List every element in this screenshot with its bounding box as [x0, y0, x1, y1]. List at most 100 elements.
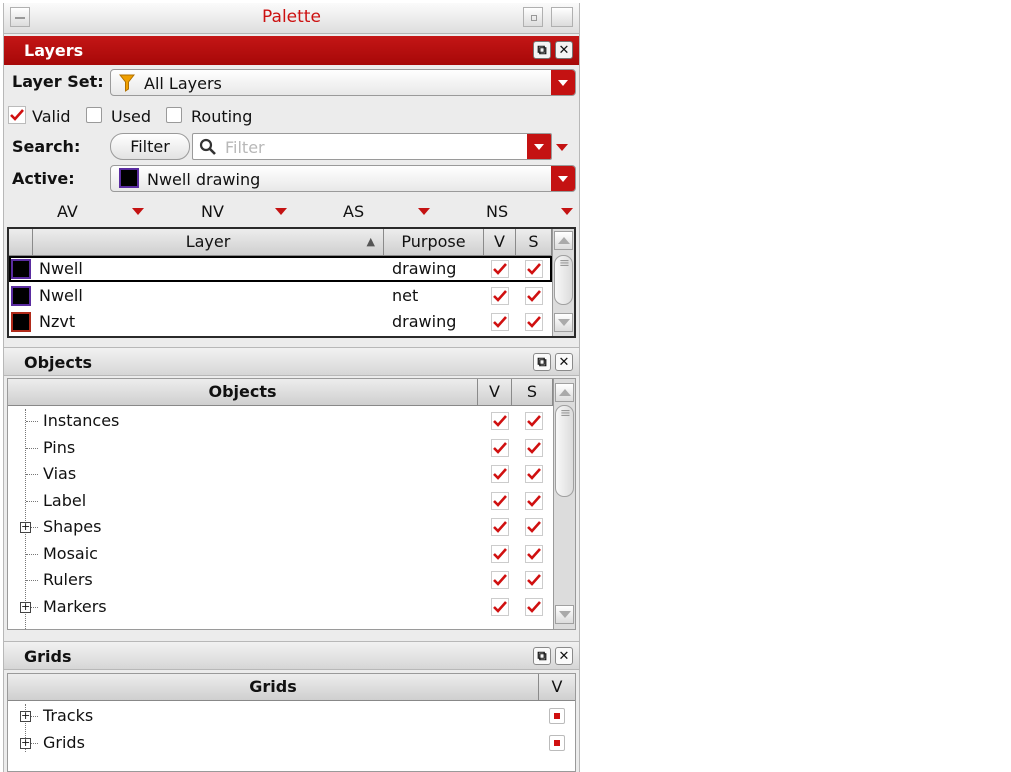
visible-checkbox[interactable]	[491, 313, 509, 331]
grid-label: Tracks	[43, 706, 94, 725]
objects-s-column-header[interactable]: S	[512, 379, 553, 405]
grids-float-icon[interactable]: ⧉	[533, 647, 551, 665]
list-item[interactable]: + Grids	[8, 730, 575, 756]
grid-visible-checkbox[interactable]	[549, 735, 565, 751]
list-item[interactable]: Mosaic	[8, 541, 553, 567]
layer-name: Nzvt	[39, 312, 76, 331]
ns-toggle-label[interactable]: NS	[486, 202, 508, 221]
scroll-up-icon[interactable]	[555, 383, 574, 402]
objects-close-icon[interactable]: ✕	[555, 353, 573, 371]
visible-checkbox[interactable]	[491, 439, 509, 457]
window-close-button[interactable]	[551, 7, 573, 27]
objects-table-header: Objects V S	[8, 379, 553, 406]
selectable-checkbox[interactable]	[525, 545, 543, 563]
layer-set-combo[interactable]: All Layers	[110, 69, 576, 96]
objects-scrollbar[interactable]	[553, 379, 575, 629]
active-row: Active: Nwell drawing	[4, 163, 579, 195]
list-item[interactable]: Rulers	[8, 567, 553, 593]
visible-checkbox[interactable]	[491, 287, 509, 305]
scroll-thumb[interactable]	[554, 255, 573, 305]
selectable-checkbox[interactable]	[525, 412, 543, 430]
selectable-checkbox[interactable]	[525, 260, 543, 278]
visible-checkbox[interactable]	[491, 465, 509, 483]
grids-v-column-header[interactable]: V	[539, 674, 575, 700]
av-toggle-label[interactable]: AV	[57, 202, 78, 221]
expand-icon[interactable]: +	[20, 710, 31, 722]
av-chevron-icon[interactable]	[132, 208, 144, 215]
search-input[interactable]: Filter	[192, 133, 552, 160]
layer-purpose: drawing	[392, 312, 457, 331]
ns-chevron-icon[interactable]	[561, 208, 573, 215]
as-toggle-label[interactable]: AS	[343, 202, 364, 221]
chevron-down-icon[interactable]	[551, 166, 575, 191]
swatch-column-header[interactable]	[9, 229, 33, 255]
selectable-checkbox[interactable]	[525, 287, 543, 305]
visible-checkbox[interactable]	[491, 571, 509, 589]
selectable-checkbox[interactable]	[525, 598, 543, 616]
expand-icon[interactable]: +	[20, 521, 31, 533]
visible-checkbox[interactable]	[491, 260, 509, 278]
layers-float-icon[interactable]: ⧉	[533, 41, 551, 59]
layers-table: Layer ▲ Purpose V S Nwell drawing Nwell …	[7, 227, 576, 338]
tree-branch	[31, 743, 38, 744]
active-layer-swatch	[119, 168, 139, 188]
list-item[interactable]: + Shapes	[8, 514, 553, 540]
list-item[interactable]: + Markers	[8, 594, 553, 620]
active-layer-combo[interactable]: Nwell drawing	[110, 165, 576, 192]
filter-button[interactable]: Filter	[110, 133, 190, 160]
layer-color-swatch	[11, 312, 31, 332]
layers-close-icon[interactable]: ✕	[555, 41, 573, 59]
list-item[interactable]: Label	[8, 488, 553, 514]
list-item[interactable]: + Tracks	[8, 703, 575, 729]
table-row[interactable]: Nzvt drawing	[9, 309, 552, 335]
purpose-column-header[interactable]: Purpose	[384, 229, 484, 255]
grid-visible-checkbox[interactable]	[549, 708, 565, 724]
objects-v-column-header[interactable]: V	[478, 379, 512, 405]
layer-column-header[interactable]: Layer ▲	[33, 229, 384, 255]
grids-close-icon[interactable]: ✕	[555, 647, 573, 665]
objects-column-header[interactable]: Objects	[8, 379, 478, 405]
list-item[interactable]: Vias	[8, 461, 553, 487]
list-item[interactable]: Instances	[8, 408, 553, 434]
grids-column-header[interactable]: Grids	[8, 674, 539, 700]
palette-titlebar[interactable]: Palette	[4, 3, 579, 34]
nv-chevron-icon[interactable]	[275, 208, 287, 215]
visible-checkbox[interactable]	[491, 545, 509, 563]
maximize-button[interactable]	[523, 7, 543, 27]
selectable-checkbox[interactable]	[525, 518, 543, 536]
scroll-up-icon[interactable]	[554, 231, 573, 250]
scroll-down-icon[interactable]	[555, 605, 574, 624]
visible-checkbox[interactable]	[491, 518, 509, 536]
table-row[interactable]: Nwell drawing	[9, 256, 552, 282]
routing-checkbox[interactable]	[166, 107, 182, 123]
scroll-thumb[interactable]	[555, 405, 574, 497]
as-chevron-icon[interactable]	[418, 208, 430, 215]
expand-icon[interactable]: +	[20, 737, 31, 749]
valid-checkbox[interactable]	[8, 106, 26, 124]
visible-checkbox[interactable]	[491, 598, 509, 616]
active-label: Active:	[12, 169, 75, 188]
scroll-down-icon[interactable]	[554, 313, 573, 332]
objects-float-icon[interactable]: ⧉	[533, 353, 551, 371]
search-options-icon[interactable]	[556, 144, 568, 151]
visible-checkbox[interactable]	[491, 492, 509, 510]
nv-toggle-label[interactable]: NV	[201, 202, 224, 221]
used-checkbox[interactable]	[86, 107, 102, 123]
s-column-header[interactable]: S	[516, 229, 552, 255]
table-row[interactable]: Nwell net	[9, 283, 552, 309]
layer-name: Nwell	[39, 259, 83, 278]
selectable-checkbox[interactable]	[525, 465, 543, 483]
expand-icon[interactable]: +	[20, 601, 31, 613]
objects-table: Objects V S Instances Pins Vias Label + …	[7, 378, 576, 630]
layers-scrollbar[interactable]	[552, 229, 574, 336]
window-title: Palette	[262, 7, 321, 27]
selectable-checkbox[interactable]	[525, 492, 543, 510]
v-column-header[interactable]: V	[484, 229, 516, 255]
visible-checkbox[interactable]	[491, 412, 509, 430]
selectable-checkbox[interactable]	[525, 439, 543, 457]
selectable-checkbox[interactable]	[525, 313, 543, 331]
search-history-icon[interactable]	[527, 134, 551, 159]
selectable-checkbox[interactable]	[525, 571, 543, 589]
chevron-down-icon[interactable]	[551, 70, 575, 95]
list-item[interactable]: Pins	[8, 435, 553, 461]
